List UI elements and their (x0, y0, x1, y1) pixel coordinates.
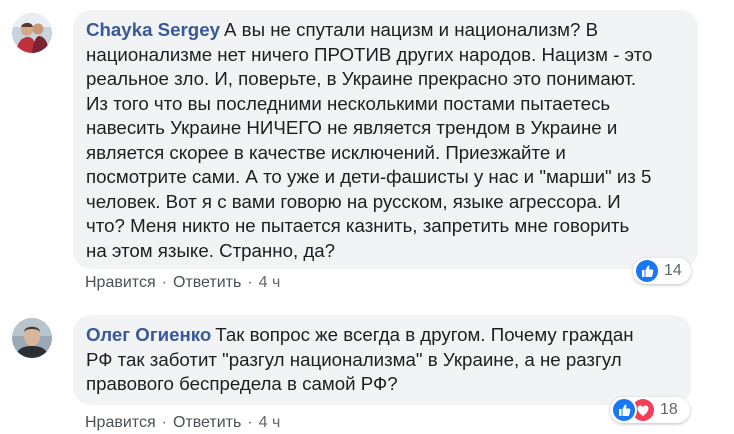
separator: · (161, 414, 167, 431)
reply-button[interactable]: Ответить (173, 274, 241, 291)
separator: · (247, 274, 253, 291)
like-icon (611, 397, 637, 423)
like-button[interactable]: Нравится (85, 414, 156, 431)
reply-button[interactable]: Ответить (173, 414, 241, 431)
avatar-photo (12, 13, 52, 53)
separator: · (161, 274, 167, 291)
comment-author[interactable]: Олег Огиенко (86, 324, 211, 345)
comment-bubble-1: Chayka Sergey А вы не спутали нацизм и на… (73, 10, 698, 269)
reaction-count: 18 (660, 401, 678, 418)
comment-time[interactable]: 4 ч (259, 274, 281, 291)
separator: · (247, 414, 253, 431)
reaction-count: 14 (664, 262, 682, 279)
comment-author[interactable]: Chayka Sergey (86, 19, 220, 40)
reactions-summary-1[interactable]: 14 (633, 258, 691, 284)
comment-text: А вы не спутали нацизм и национализм? В … (86, 19, 653, 261)
avatar-oleg-ogienko[interactable] (12, 318, 52, 358)
like-icon (636, 260, 658, 282)
comment-actions-2: Нравится · Ответить · 4 ч (85, 413, 280, 433)
reactions-summary-2[interactable]: 18 (610, 397, 690, 423)
comment-bubble-2: Олег Огиенко Так вопрос же всегда в друго… (73, 315, 691, 405)
comment-actions-1: Нравится · Ответить · 4 ч (85, 273, 280, 293)
avatar-chayka-sergey[interactable] (12, 13, 52, 53)
like-button[interactable]: Нравится (85, 274, 156, 291)
avatar-photo (12, 318, 52, 358)
comment-time[interactable]: 4 ч (259, 414, 281, 431)
